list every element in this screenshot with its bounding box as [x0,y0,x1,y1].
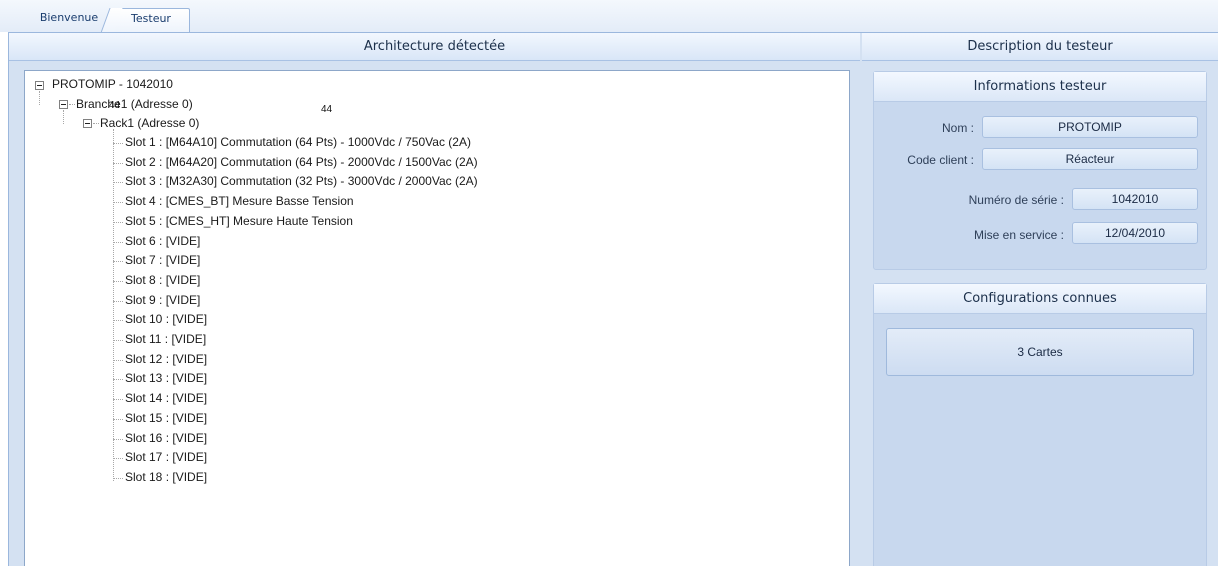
tree-node-root[interactable]: PROTOMIP - 1042010 [52,77,173,91]
nom-label: Nom : [941,121,974,135]
tree-connector [113,182,123,184]
code-client-label: Code client : [907,153,974,167]
tab-testeur-label: Testeur [131,12,171,25]
tree-connector [63,110,64,124]
overlay-number: 44 [321,104,333,115]
informations-group: Informations testeur Nom : PROTOMIP Code… [873,71,1207,270]
branch-collapse-icon[interactable] [59,100,68,109]
tree-connector [113,280,123,282]
tree-node-slot[interactable]: Slot 8 : [VIDE] [125,273,200,287]
architecture-tree[interactable]: PROTOMIP - 1042010 Branche1 (Adresse 0) … [24,70,850,566]
numero-serie-field[interactable]: 1042010 [1072,188,1198,210]
tree-connector [113,261,123,263]
tree-node-branch[interactable]: Branche1 (Adresse 0) [76,97,193,111]
tree-node-slot[interactable]: Slot 10 : [VIDE] [125,312,207,326]
tree-connector [113,438,123,440]
configurations-group: Configurations connues 3 Cartes [873,283,1207,566]
tree-node-slot[interactable]: Slot 2 : [M64A20] Commutation (64 Pts) -… [125,155,478,169]
numero-serie-label: Numéro de série : [968,193,1064,207]
code-client-field[interactable]: Réacteur [982,148,1198,170]
tree-node-slot[interactable]: Slot 12 : [VIDE] [125,352,207,366]
tree-node-slot[interactable]: Slot 17 : [VIDE] [125,450,207,464]
description-pane: Informations testeur Nom : PROTOMIP Code… [862,61,1218,566]
tree-connector [69,104,75,105]
tree-node-slot[interactable]: Slot 11 : [VIDE] [125,332,206,346]
configurations-title: Configurations connues [874,284,1206,314]
tree-connector [113,202,123,204]
tree-connector [113,418,123,420]
informations-title: Informations testeur [874,72,1206,102]
tab-strip: Bienvenue Testeur [0,0,1218,32]
config-3-cartes-button[interactable]: 3 Cartes [886,328,1194,376]
tab-testeur[interactable]: Testeur [112,8,190,32]
tree-connector [113,300,123,302]
architecture-header: Architecture détectée [9,33,860,61]
tree-node-slot[interactable]: Slot 15 : [VIDE] [125,411,207,425]
description-header: Description du testeur [862,33,1218,61]
tree-node-slot[interactable]: Slot 3 : [M32A30] Commutation (32 Pts) -… [125,174,478,188]
tree-node-slot[interactable]: Slot 14 : [VIDE] [125,391,207,405]
rack-collapse-icon[interactable] [83,119,92,128]
tree-connector [93,123,99,124]
root-collapse-icon[interactable] [35,81,44,90]
tree-connector [113,340,123,341]
tree-node-slot[interactable]: Slot 16 : [VIDE] [125,431,207,445]
tree-connector [113,379,123,381]
nom-field[interactable]: PROTOMIP [982,116,1198,138]
overlay-number: 44 [109,100,121,111]
tree-connector [113,241,123,243]
tree-connector [39,91,40,105]
mise-en-service-field[interactable]: 12/04/2010 [1072,222,1198,244]
mise-en-service-label: Mise en service : [973,228,1064,242]
tree-node-slot[interactable]: Slot 7 : [VIDE] [125,253,200,267]
tree-connector [113,359,123,361]
tree-connector [113,458,123,460]
tree-connector [113,162,123,164]
tree-connector [113,477,123,479]
tree-connector [113,320,123,322]
tree-node-slot[interactable]: Slot 13 : [VIDE] [125,371,207,385]
tree-node-slot[interactable]: Slot 4 : [CMES_BT] Mesure Basse Tension [125,194,354,208]
tree-node-slot[interactable]: Slot 6 : [VIDE] [125,234,200,248]
tree-node-slot[interactable]: Slot 18 : [VIDE] [125,470,207,484]
tree-node-slot[interactable]: Slot 5 : [CMES_HT] Mesure Haute Tension [125,214,353,228]
tree-node-slot[interactable]: Slot 9 : [VIDE] [125,293,200,307]
tree-connector [113,399,123,401]
tree-connector [113,143,123,144]
tree-node-slot[interactable]: Slot 1 : [M64A10] Commutation (64 Pts) -… [125,135,471,149]
tree-connector [113,221,123,223]
tree-node-rack[interactable]: Rack1 (Adresse 0) [100,116,199,130]
